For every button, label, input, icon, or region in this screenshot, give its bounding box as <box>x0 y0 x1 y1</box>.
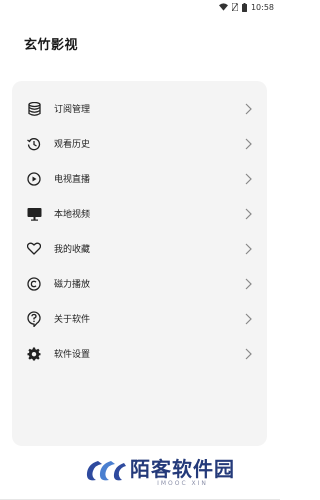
menu-item-label: 电视直播 <box>54 175 91 185</box>
chevron-right-icon <box>245 313 252 324</box>
help-icon <box>26 310 42 327</box>
monitor-icon <box>26 206 42 222</box>
battery-icon <box>241 2 247 12</box>
menu-item-history[interactable]: 观看历史 <box>12 126 267 161</box>
menu-item-live-tv[interactable]: 电视直播 <box>12 161 267 196</box>
watermark: 陌客软件园 IMOOC XIN <box>84 458 235 488</box>
menu-item-local-video[interactable]: 本地视频 <box>12 196 267 231</box>
chevron-right-icon <box>245 278 252 289</box>
menu-item-label: 观看历史 <box>54 140 91 150</box>
chevron-right-icon <box>245 138 252 149</box>
menu-item-subscription[interactable]: 订阅管理 <box>12 91 267 126</box>
chevron-right-icon <box>245 173 252 184</box>
menu-item-label: 我的收藏 <box>54 245 91 255</box>
status-time: 10:58 <box>250 2 274 12</box>
menu-item-favorites[interactable]: 我的收藏 <box>12 231 267 266</box>
play-circle-icon <box>26 171 42 187</box>
database-icon <box>26 101 42 117</box>
menu-item-settings[interactable]: 软件设置 <box>12 336 267 371</box>
chevron-right-icon <box>245 208 252 219</box>
watermark-logo-icon <box>84 458 126 488</box>
menu-item-label: 订阅管理 <box>54 105 91 115</box>
chevron-right-icon <box>245 348 252 359</box>
menu-item-label: 软件设置 <box>54 350 91 360</box>
menu-item-label: 磁力播放 <box>54 280 91 290</box>
heart-icon <box>26 241 42 257</box>
no-sim-icon <box>231 3 238 11</box>
menu-item-label: 关于软件 <box>54 315 91 325</box>
menu-item-magnet-play[interactable]: 磁力播放 <box>12 266 267 301</box>
menu-item-label: 本地视频 <box>54 210 91 220</box>
wifi-icon <box>218 3 228 11</box>
gear-icon <box>26 346 42 362</box>
app-title: 玄竹影视 <box>24 38 79 53</box>
history-icon <box>26 136 42 152</box>
chevron-right-icon <box>245 243 252 254</box>
menu-item-about[interactable]: 关于软件 <box>12 301 267 336</box>
menu-card: 订阅管理 观看历史 电视直播 本地视频 我的收藏 磁力播放 关于软件 软件设置 <box>12 81 267 446</box>
watermark-title: 陌客软件园 <box>130 457 235 481</box>
status-bar: 10:58 <box>0 0 280 14</box>
chevron-right-icon <box>245 103 252 114</box>
watermark-subtitle: IMOOC XIN <box>157 480 208 487</box>
menu-list: 订阅管理 观看历史 电视直播 本地视频 我的收藏 磁力播放 关于软件 软件设置 <box>12 91 267 371</box>
copyright-icon <box>26 276 42 292</box>
